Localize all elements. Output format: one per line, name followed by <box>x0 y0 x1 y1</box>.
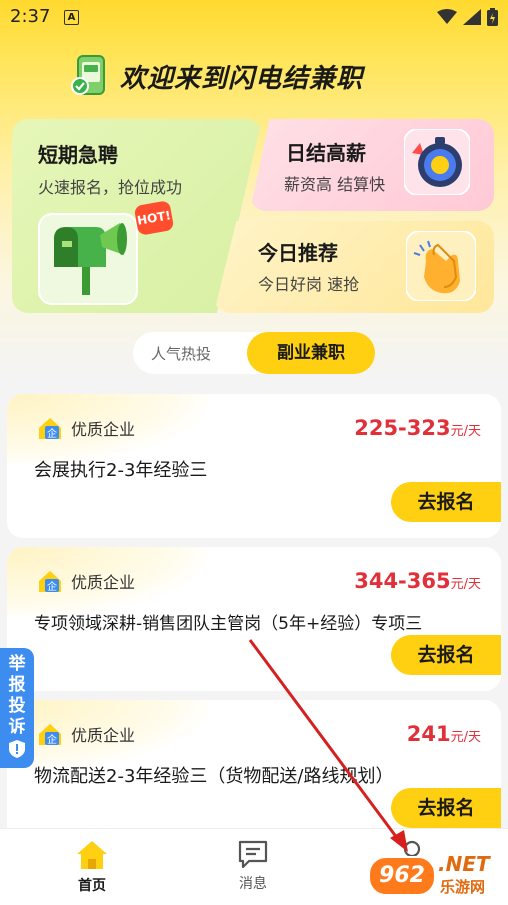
watermark-text-3: 乐游网 <box>440 878 486 896</box>
watermark-badge: 962 <box>368 856 436 896</box>
annotation-arrow <box>248 639 408 852</box>
watermark-text-2: .NET <box>438 852 490 876</box>
watermark-logo: 962 .NET 乐游网 <box>368 852 504 898</box>
watermark-text-1: 962 <box>379 863 425 888</box>
